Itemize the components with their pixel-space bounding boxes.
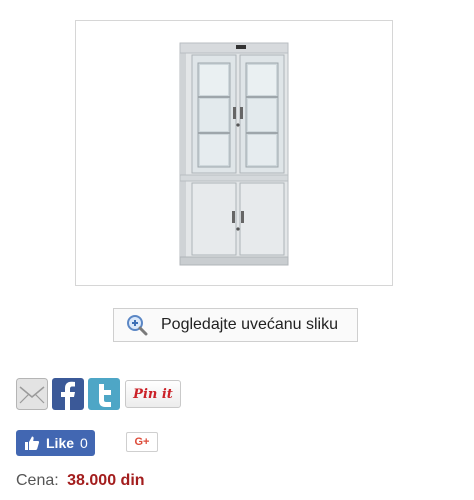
- pinterest-pinit-button[interactable]: Pin it: [125, 380, 181, 408]
- magnifier-plus-icon: [127, 315, 148, 336]
- share-email-button[interactable]: [16, 378, 48, 410]
- like-count: 0: [80, 435, 88, 451]
- share-twitter-button[interactable]: [88, 378, 120, 410]
- price-value: 38.000 din: [67, 472, 145, 489]
- pinit-label: Pin it: [133, 386, 173, 402]
- price-label: Cena:: [16, 472, 59, 489]
- like-label: Like: [46, 435, 75, 451]
- google-plus-button[interactable]: G+: [126, 432, 158, 452]
- price-row: Cena: 38.000 din: [16, 472, 145, 490]
- google-plus-label: G+: [134, 436, 150, 448]
- zoom-image-button[interactable]: Pogledajte uvećanu sliku: [113, 308, 358, 342]
- email-icon: [16, 378, 48, 410]
- product-image-frame[interactable]: [75, 20, 393, 286]
- facebook-icon: [52, 378, 84, 410]
- share-facebook-button[interactable]: [52, 378, 84, 410]
- twitter-icon: [88, 378, 120, 410]
- product-image: [179, 42, 289, 266]
- facebook-like-button[interactable]: Like 0: [16, 430, 95, 456]
- thumbs-up-icon: [25, 436, 40, 450]
- zoom-image-label: Pogledajte uvećanu sliku: [161, 316, 339, 333]
